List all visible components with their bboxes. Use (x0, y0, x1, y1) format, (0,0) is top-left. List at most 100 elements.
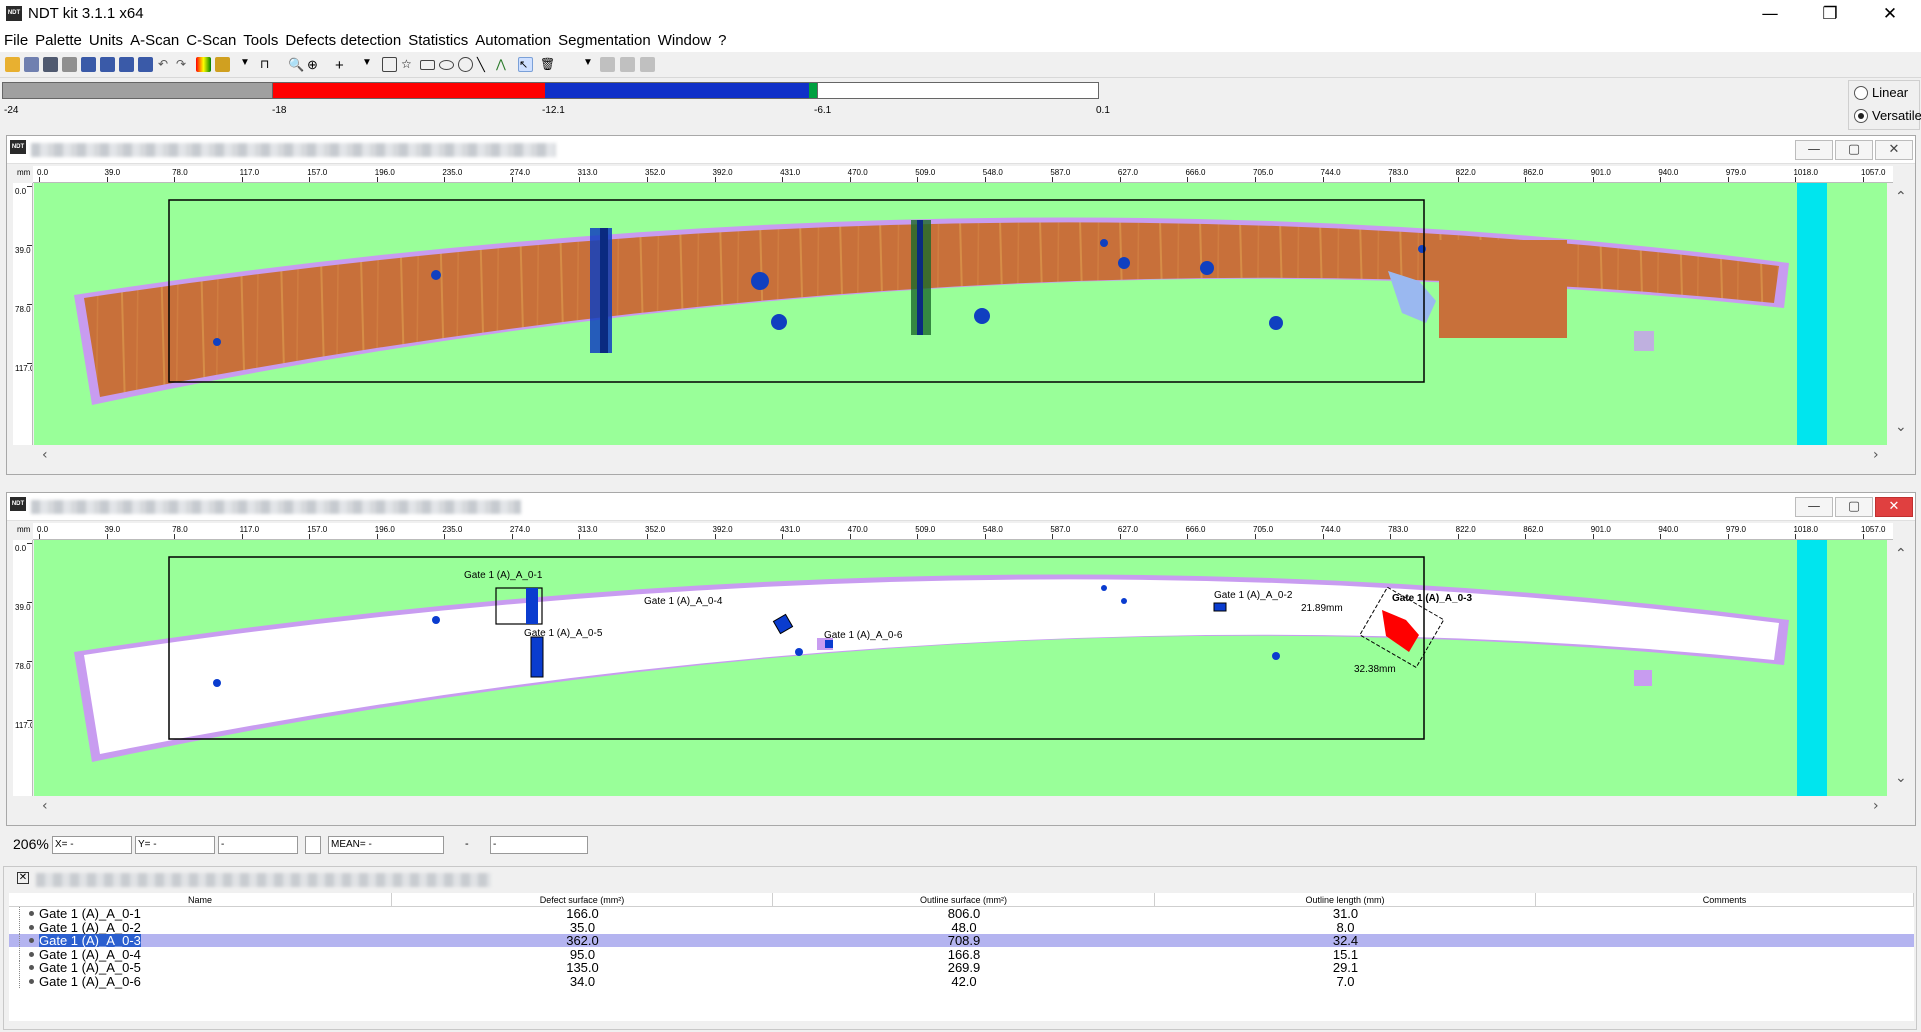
result-field[interactable]: - (490, 836, 588, 854)
restore-icon[interactable]: ❐ (1800, 0, 1860, 28)
line-icon[interactable]: ╲ (477, 57, 492, 72)
scroll-up-icon[interactable]: ⌃ (1895, 546, 1907, 562)
scroll-left-icon[interactable]: ‹ (42, 798, 48, 814)
palette-blue-segment[interactable] (545, 82, 809, 99)
top-maximize-icon[interactable]: ▢ (1835, 140, 1873, 160)
paste-icon[interactable] (620, 57, 635, 72)
scroll-right-icon[interactable]: › (1873, 447, 1879, 463)
menu-c-scan[interactable]: C-Scan (182, 28, 239, 52)
defect-label-0-4[interactable]: Gate 1 (A)_A_0-4 (644, 596, 722, 607)
minimize-icon[interactable]: — (1740, 0, 1800, 28)
top-minimize-icon[interactable]: — (1795, 140, 1833, 160)
bottom-maximize-icon[interactable]: ▢ (1835, 497, 1873, 517)
top-close-icon[interactable]: ✕ (1875, 140, 1913, 160)
versatile-option[interactable]: Versatile (1854, 108, 1921, 123)
layout-v-icon[interactable] (119, 57, 134, 72)
panel-close-icon[interactable]: ✕ (17, 872, 29, 884)
pointer-icon[interactable]: ↖ (518, 57, 533, 72)
save-icon[interactable] (43, 57, 58, 72)
defect-label-0-3[interactable]: Gate 1 (A)_A_0-3 (1392, 593, 1472, 604)
row-comments[interactable] (1536, 934, 1914, 947)
menu-defects-detection[interactable]: Defects detection (281, 28, 404, 52)
copy-icon[interactable] (600, 57, 615, 72)
export-icon[interactable] (640, 57, 655, 72)
select-rect-icon[interactable] (382, 57, 397, 72)
value-field[interactable]: - (218, 836, 298, 854)
fit-icon[interactable]: ⊓ (260, 57, 275, 72)
bottom-horizontal-scrollbar[interactable]: ‹ › (33, 797, 1893, 817)
y-field[interactable]: Y= - (135, 836, 215, 854)
gray-icon[interactable] (62, 57, 77, 72)
row-comments[interactable] (1536, 961, 1914, 974)
scroll-up-icon[interactable]: ⌃ (1895, 189, 1907, 205)
table-row[interactable]: Gate 1 (A)_A_0-3 362.0 708.9 32.4 (9, 934, 1914, 947)
menu-file[interactable]: File (0, 28, 31, 52)
dropdown-icon[interactable]: ▼ (240, 57, 255, 72)
layout-h-icon[interactable] (100, 57, 115, 72)
circle-icon[interactable] (458, 57, 473, 72)
menu-window[interactable]: Window (654, 28, 714, 52)
defect-label-0-5[interactable]: Gate 1 (A)_A_0-5 (524, 628, 602, 639)
menu-a-scan[interactable]: A-Scan (126, 28, 182, 52)
rectangle-icon[interactable] (420, 60, 435, 70)
close-icon[interactable]: ✕ (1860, 0, 1920, 28)
row-comments[interactable] (1536, 948, 1914, 961)
table-row[interactable]: Gate 1 (A)_A_0-4 95.0 166.8 15.1 (9, 947, 1914, 961)
polygon-icon[interactable]: ☆ (401, 57, 416, 72)
scroll-right-icon[interactable]: › (1873, 798, 1879, 814)
row-comments[interactable] (1536, 907, 1914, 920)
defect-label-0-6[interactable]: Gate 1 (A)_A_0-6 (824, 630, 902, 641)
dropdown2-icon[interactable]: ▼ (362, 57, 377, 72)
palette-icon[interactable] (196, 57, 211, 72)
layout-menu-icon[interactable] (138, 57, 153, 72)
scroll-down-icon[interactable]: ⌄ (1895, 770, 1907, 786)
scroll-left-icon[interactable]: ‹ (42, 447, 48, 463)
defect-label-0-1[interactable]: Gate 1 (A)_A_0-1 (464, 570, 542, 581)
ellipse-icon[interactable] (439, 60, 454, 70)
table-row[interactable]: Gate 1 (A)_A_0-6 34.0 42.0 7.0 (9, 974, 1914, 988)
palette-red-segment[interactable] (273, 82, 545, 99)
top-cscan-view[interactable] (34, 183, 1887, 445)
polyline-icon[interactable]: ⋀ (496, 57, 511, 72)
col-header-outline-length[interactable]: Outline length (mm) (1155, 893, 1536, 907)
palette-green-segment[interactable] (809, 82, 817, 99)
chart-icon[interactable] (215, 57, 230, 72)
bottom-minimize-icon[interactable]: — (1795, 497, 1833, 517)
table-row[interactable]: Gate 1 (A)_A_0-1 166.0 806.0 31.0 (9, 907, 1914, 920)
scroll-down-icon[interactable]: ⌄ (1895, 419, 1907, 435)
menu-tools[interactable]: Tools (239, 28, 281, 52)
defect-label-0-2[interactable]: Gate 1 (A)_A_0-2 (1214, 590, 1292, 601)
linear-option[interactable]: Linear (1854, 85, 1908, 100)
menu-palette[interactable]: Palette (31, 28, 85, 52)
palette-gray-segment[interactable] (2, 82, 273, 99)
row-comments[interactable] (1536, 921, 1914, 934)
table-row[interactable]: Gate 1 (A)_A_0-2 35.0 48.0 8.0 (9, 920, 1914, 934)
menu-segmentation[interactable]: Segmentation (554, 28, 654, 52)
target-icon[interactable]: ⊕ (307, 57, 322, 72)
bottom-close-icon[interactable]: ✕ (1875, 497, 1913, 517)
row-comments[interactable] (1536, 975, 1914, 988)
menu-automation[interactable]: Automation (471, 28, 554, 52)
top-horizontal-scrollbar[interactable]: ‹ › (33, 446, 1893, 466)
col-header-defect-surface[interactable]: Defect surface (mm²) (392, 893, 773, 907)
palette-white-segment[interactable] (817, 82, 1099, 99)
versatile-radio[interactable] (1854, 108, 1868, 123)
undo-icon[interactable]: ↶ (158, 57, 173, 72)
crosshair-icon[interactable]: + (335, 57, 350, 74)
menu-statistics[interactable]: Statistics (404, 28, 471, 52)
bottom-cscan-view[interactable]: Gate 1 (A)_A_0-1 Gate 1 (A)_A_0-5 Gate 1… (34, 540, 1887, 796)
linear-radio[interactable] (1854, 85, 1868, 100)
redo-icon[interactable]: ↷ (176, 57, 191, 72)
menu-units[interactable]: Units (85, 28, 126, 52)
top-vertical-scrollbar[interactable]: ⌃ ⌄ (1887, 183, 1913, 445)
print-icon[interactable] (24, 57, 39, 72)
menu-help[interactable]: ? (714, 28, 729, 52)
table-row[interactable]: Gate 1 (A)_A_0-5 135.0 269.9 29.1 (9, 961, 1914, 974)
grid-icon[interactable] (81, 57, 96, 72)
col-header-name[interactable]: Name (9, 893, 392, 907)
dropdown3-icon[interactable]: ▼ (583, 57, 598, 72)
zoom-icon[interactable]: 🔍 (288, 57, 304, 72)
delete-icon[interactable]: 🗑 (540, 57, 555, 72)
open-icon[interactable] (5, 57, 20, 72)
col-header-comments[interactable]: Comments (1536, 893, 1914, 907)
